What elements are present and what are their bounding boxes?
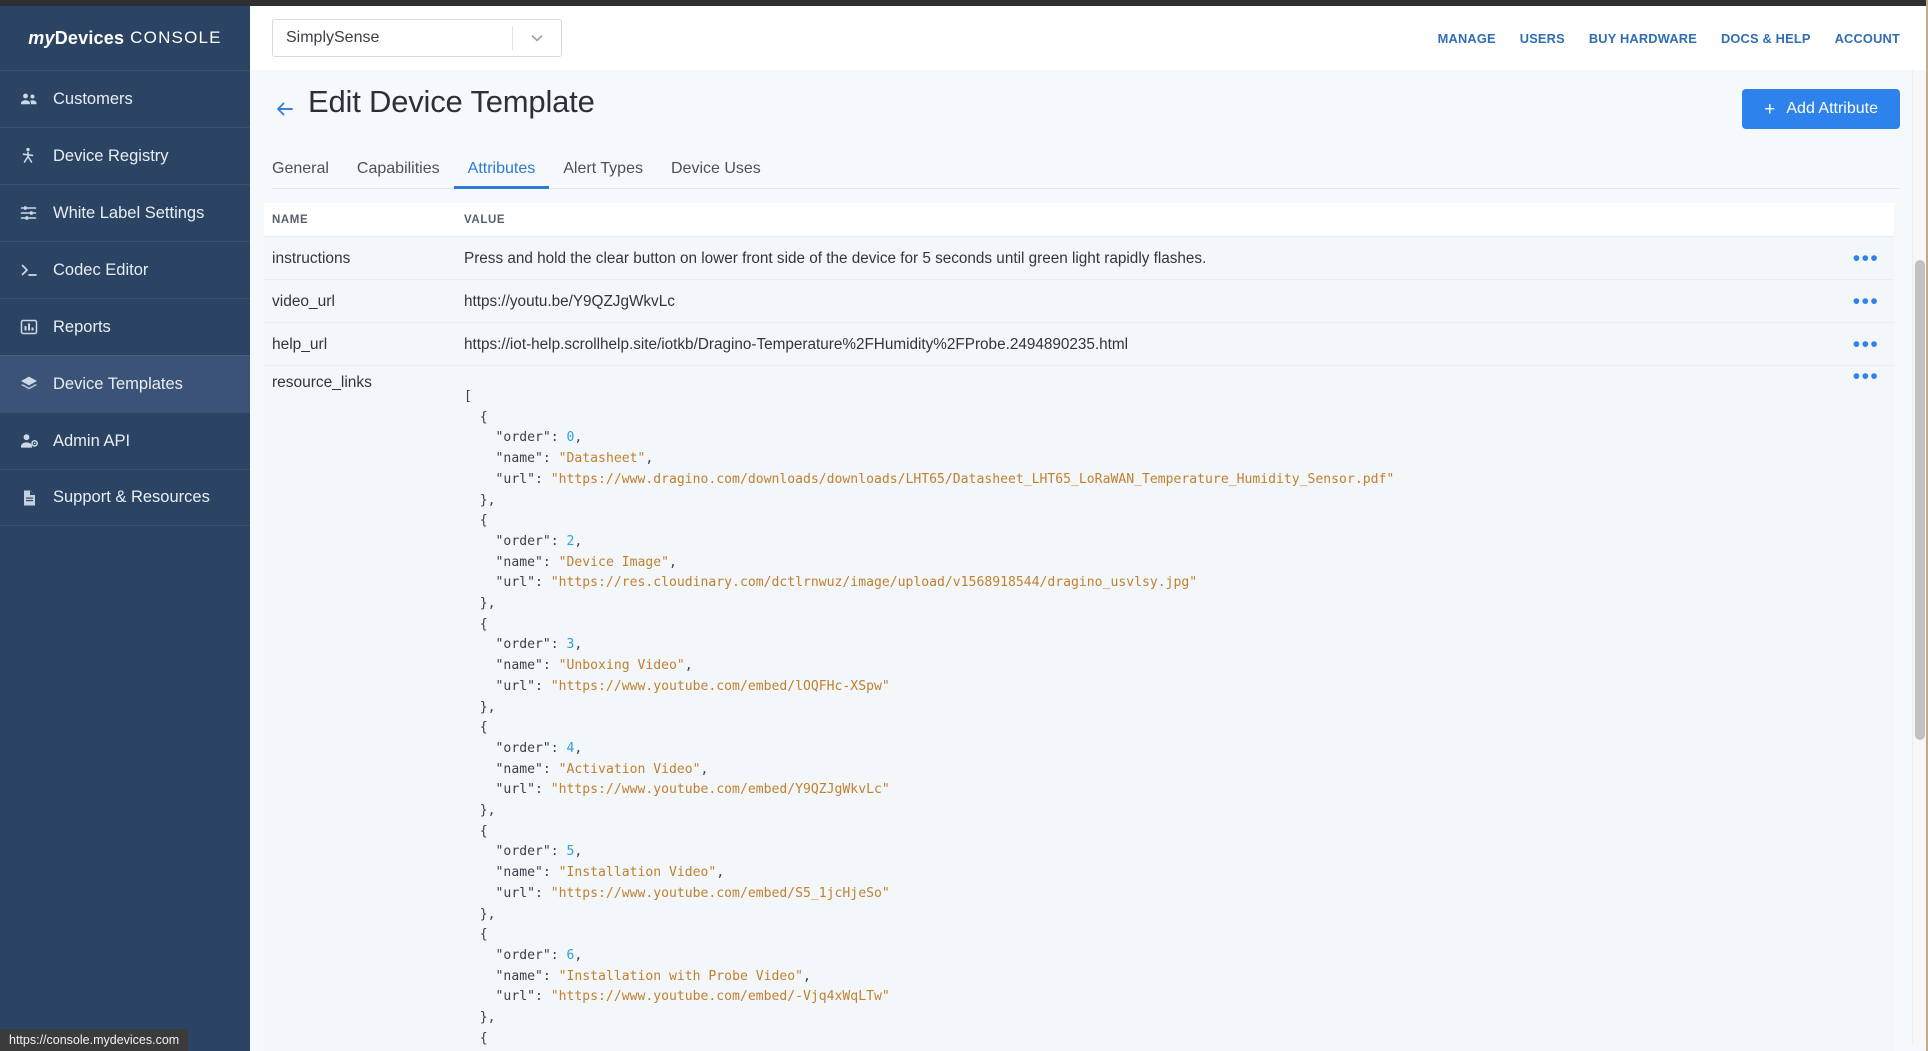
brand-logo[interactable]: myDevices CONSOLE bbox=[0, 6, 250, 70]
topnav-manage[interactable]: MANAGE bbox=[1438, 31, 1496, 46]
add-attribute-label: Add Attribute bbox=[1786, 100, 1878, 118]
attributes-table-panel: NAME VALUE instructions Press and hold t… bbox=[264, 203, 1894, 1051]
layers-icon bbox=[19, 374, 39, 394]
sidebar-item-reports[interactable]: Reports bbox=[0, 298, 250, 355]
topnav-buy-hardware[interactable]: BUY HARDWARE bbox=[1589, 31, 1697, 46]
table-row[interactable]: resource_links [ { "order": 0, "name": "… bbox=[264, 365, 1894, 1051]
top-navigation: MANAGE USERS BUY HARDWARE DOCS & HELP AC… bbox=[1438, 6, 1900, 70]
topnav-users[interactable]: USERS bbox=[1520, 31, 1565, 46]
device-registry-icon bbox=[19, 146, 39, 166]
user-gear-icon bbox=[19, 431, 39, 451]
tab-attributes[interactable]: Attributes bbox=[454, 160, 550, 188]
topbar: SimplySense MANAGE USERS BUY HARDWARE DO… bbox=[250, 6, 1928, 70]
attribute-value-json: [ { "order": 0, "name": "Datasheet", "ur… bbox=[464, 366, 1838, 1051]
sidebar-item-label: White Label Settings bbox=[53, 204, 204, 223]
topnav-docs-help[interactable]: DOCS & HELP bbox=[1721, 31, 1811, 46]
status-bar-link: https://console.mydevices.com bbox=[0, 1029, 188, 1051]
sidebar-item-label: Customers bbox=[53, 90, 133, 109]
attribute-name: video_url bbox=[264, 280, 464, 323]
attribute-name: resource_links bbox=[264, 366, 464, 400]
sliders-icon bbox=[19, 203, 39, 223]
row-menu-icon[interactable]: ••• bbox=[1838, 366, 1894, 387]
brand-my: my bbox=[28, 28, 54, 49]
tenant-select-value: SimplySense bbox=[273, 29, 512, 47]
sidebar-item-label: Admin API bbox=[53, 432, 130, 451]
sidebar-item-codec-editor[interactable]: Codec Editor bbox=[0, 241, 250, 298]
table-row[interactable]: instructions Press and hold the clear bu… bbox=[264, 236, 1894, 279]
sidebar-item-label: Codec Editor bbox=[53, 261, 148, 280]
row-menu-icon[interactable]: ••• bbox=[1838, 323, 1894, 366]
page-header: Edit Device Template + Add Attribute bbox=[250, 70, 1928, 148]
content-area: Edit Device Template + Add Attribute Gen… bbox=[250, 70, 1928, 1051]
sidebar-item-white-label-settings[interactable]: White Label Settings bbox=[0, 184, 250, 241]
tab-alert-types[interactable]: Alert Types bbox=[549, 160, 657, 188]
sidebar-item-admin-api[interactable]: Admin API bbox=[0, 412, 250, 469]
users-icon bbox=[19, 89, 39, 109]
sidebar-item-label: Support & Resources bbox=[53, 488, 210, 507]
back-arrow-icon[interactable] bbox=[272, 96, 298, 122]
attribute-name: help_url bbox=[264, 323, 464, 366]
chart-icon bbox=[19, 317, 39, 337]
brand-console: CONSOLE bbox=[130, 28, 222, 48]
attribute-value: Press and hold the clear button on lower… bbox=[464, 237, 1838, 280]
sidebar-item-label: Reports bbox=[53, 318, 111, 337]
chevron-down-icon[interactable] bbox=[513, 30, 561, 46]
sidebar-item-device-templates[interactable]: Device Templates bbox=[0, 355, 250, 412]
sidebar-item-customers[interactable]: Customers bbox=[0, 70, 250, 127]
json-code-block: [ { "order": 0, "name": "Datasheet", "ur… bbox=[464, 374, 1394, 1050]
table-row[interactable]: help_url https://iot-help.scrollhelp.sit… bbox=[264, 322, 1894, 365]
table-row[interactable]: video_url https://youtu.be/Y9QZJgWkvLc •… bbox=[264, 279, 1894, 322]
sidebar: myDevices CONSOLE Customers Device Regist… bbox=[0, 6, 250, 1051]
column-header-value: VALUE bbox=[464, 214, 1838, 226]
terminal-icon bbox=[19, 260, 39, 280]
vertical-scrollbar-thumb[interactable] bbox=[1915, 260, 1925, 740]
row-menu-icon[interactable]: ••• bbox=[1838, 237, 1894, 280]
topnav-account[interactable]: ACCOUNT bbox=[1835, 31, 1900, 46]
tab-general[interactable]: General bbox=[272, 160, 343, 188]
tab-capabilities[interactable]: Capabilities bbox=[343, 160, 454, 188]
brand-devices: Devices bbox=[55, 28, 124, 49]
plus-icon: + bbox=[1764, 100, 1775, 119]
attribute-value: https://iot-help.scrollhelp.site/iotkb/D… bbox=[464, 323, 1838, 366]
attribute-name: instructions bbox=[264, 237, 464, 280]
sidebar-item-device-registry[interactable]: Device Registry bbox=[0, 127, 250, 184]
document-icon bbox=[19, 488, 39, 508]
sidebar-item-label: Device Templates bbox=[53, 375, 183, 394]
column-header-name: NAME bbox=[264, 214, 464, 226]
tab-device-uses[interactable]: Device Uses bbox=[657, 160, 775, 188]
attributes-table: NAME VALUE instructions Press and hold t… bbox=[264, 203, 1894, 1051]
table-header-row: NAME VALUE bbox=[264, 203, 1894, 236]
row-menu-icon[interactable]: ••• bbox=[1838, 280, 1894, 323]
app-root: myDevices CONSOLE Customers Device Regist… bbox=[0, 0, 1928, 1051]
attribute-value: https://youtu.be/Y9QZJgWkvLc bbox=[464, 280, 1838, 323]
vertical-scrollbar[interactable] bbox=[1912, 70, 1926, 1045]
main-area: SimplySense MANAGE USERS BUY HARDWARE DO… bbox=[250, 6, 1928, 1051]
sidebar-item-label: Device Registry bbox=[53, 147, 169, 166]
add-attribute-button[interactable]: + Add Attribute bbox=[1742, 89, 1900, 129]
page-title: Edit Device Template bbox=[308, 84, 595, 120]
tab-bar: General Capabilities Attributes Alert Ty… bbox=[272, 148, 1900, 189]
sidebar-item-support-resources[interactable]: Support & Resources bbox=[0, 469, 250, 526]
tenant-select[interactable]: SimplySense bbox=[272, 19, 562, 57]
